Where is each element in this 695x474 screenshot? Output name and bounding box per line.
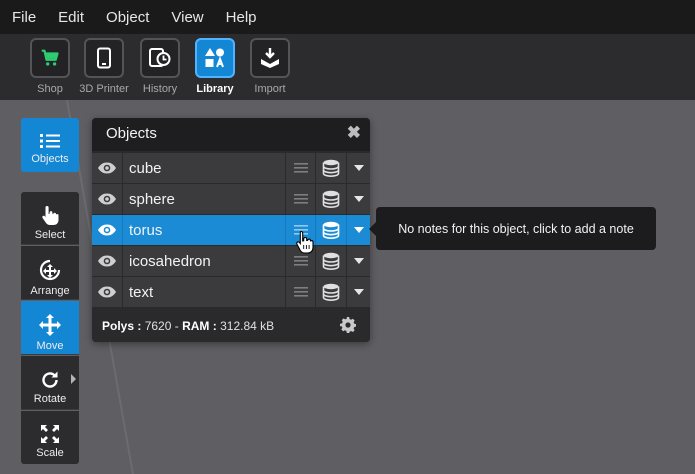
import-icon bbox=[261, 48, 279, 68]
history-button[interactable]: History bbox=[138, 38, 182, 95]
menu-help[interactable]: Help bbox=[215, 9, 268, 26]
close-icon[interactable]: ✖ bbox=[347, 123, 361, 143]
scale-label: Scale bbox=[36, 447, 64, 459]
list-icon bbox=[40, 134, 60, 148]
select-label: Select bbox=[34, 229, 66, 241]
polys-value: 7620 bbox=[144, 319, 172, 333]
visibility-eye-icon[interactable] bbox=[92, 153, 123, 183]
scale-button[interactable]: Scale bbox=[21, 411, 79, 464]
history-icon bbox=[149, 48, 171, 67]
import-label: Import bbox=[254, 83, 286, 95]
object-row-text[interactable]: text bbox=[92, 277, 370, 307]
hand-cursor-icon bbox=[296, 230, 314, 254]
panel-footer: Polys : 7620 - RAM : 312.84 kB bbox=[92, 309, 370, 342]
rotate-label: Rotate bbox=[33, 393, 67, 405]
cart-icon bbox=[41, 49, 59, 66]
arrange-button[interactable]: Arrange bbox=[21, 246, 79, 300]
tooltip-text: No notes for this object, click to add a… bbox=[398, 221, 634, 236]
visibility-eye-icon[interactable] bbox=[92, 277, 123, 307]
scale-icon bbox=[41, 425, 59, 443]
select-button[interactable]: Select bbox=[21, 192, 79, 245]
panel-header: Objects ✖ bbox=[92, 118, 370, 151]
chevron-down-icon[interactable] bbox=[346, 277, 370, 307]
phone-icon bbox=[97, 47, 111, 69]
visibility-eye-icon[interactable] bbox=[92, 184, 123, 214]
drag-handle-icon[interactable] bbox=[285, 277, 315, 307]
arrange-label: Arrange bbox=[30, 285, 70, 297]
move-label: Move bbox=[36, 340, 64, 352]
object-row-cube[interactable]: cube bbox=[92, 153, 370, 183]
drag-handle-icon[interactable] bbox=[285, 184, 315, 214]
rotate-button[interactable]: Rotate bbox=[21, 356, 79, 410]
database-icon[interactable] bbox=[315, 277, 346, 307]
panel-title: Objects bbox=[106, 125, 157, 142]
gear-icon[interactable] bbox=[340, 317, 357, 338]
ram-label: RAM : bbox=[182, 319, 217, 333]
menu-object[interactable]: Object bbox=[95, 9, 160, 26]
hand-pointer-icon bbox=[42, 206, 59, 225]
rotate-icon bbox=[42, 371, 58, 388]
move-button[interactable]: Move bbox=[21, 301, 79, 355]
3d-printer-button[interactable]: 3D Printer bbox=[79, 38, 129, 95]
database-icon[interactable] bbox=[315, 215, 346, 245]
menu-file[interactable]: File bbox=[0, 9, 47, 26]
object-row-torus[interactable]: torus bbox=[92, 215, 370, 245]
shop-button[interactable]: Shop bbox=[28, 38, 72, 95]
menu-bar: File Edit Object View Help bbox=[0, 0, 695, 34]
chevron-down-icon[interactable] bbox=[346, 215, 370, 245]
object-row-sphere[interactable]: sphere bbox=[92, 184, 370, 214]
import-button[interactable]: Import bbox=[248, 38, 292, 95]
object-name: text bbox=[129, 284, 154, 301]
scene-stats: Polys : 7620 - RAM : 312.84 kB bbox=[102, 319, 274, 333]
notes-tooltip[interactable]: No notes for this object, click to add a… bbox=[369, 207, 656, 250]
stats-separator: - bbox=[174, 319, 179, 333]
object-name: cube bbox=[129, 160, 162, 177]
shapes-icon bbox=[205, 48, 224, 68]
chevron-down-icon[interactable] bbox=[346, 153, 370, 183]
arrange-icon bbox=[39, 259, 61, 281]
toolbar: Shop 3D Printer History Library Import bbox=[0, 34, 695, 100]
database-icon[interactable] bbox=[315, 153, 346, 183]
drag-handle-icon[interactable] bbox=[285, 153, 315, 183]
ram-value: 312.84 kB bbox=[220, 319, 275, 333]
visibility-eye-icon[interactable] bbox=[92, 215, 123, 245]
object-list: cube sphere torus icosahedron text bbox=[92, 153, 370, 308]
object-name: icosahedron bbox=[129, 253, 211, 270]
move-arrows-icon bbox=[39, 314, 61, 336]
object-name: torus bbox=[129, 222, 163, 239]
objects-label: Objects bbox=[31, 153, 69, 165]
object-row-icosahedron[interactable]: icosahedron bbox=[92, 246, 370, 276]
chevron-down-icon[interactable] bbox=[346, 184, 370, 214]
caret-right-icon[interactable] bbox=[71, 374, 76, 384]
objects-panel: Objects ✖ cube sphere torus icosahedron … bbox=[92, 118, 370, 342]
menu-edit[interactable]: Edit bbox=[47, 9, 95, 26]
database-icon[interactable] bbox=[315, 246, 346, 276]
polys-label: Polys : bbox=[102, 319, 142, 333]
library-button[interactable]: Library bbox=[193, 38, 237, 95]
menu-view[interactable]: View bbox=[160, 9, 214, 26]
objects-button[interactable]: Objects bbox=[21, 118, 79, 172]
visibility-eye-icon[interactable] bbox=[92, 246, 123, 276]
database-icon[interactable] bbox=[315, 184, 346, 214]
object-name: sphere bbox=[129, 191, 175, 208]
3d-printer-label: 3D Printer bbox=[79, 83, 129, 95]
chevron-down-icon[interactable] bbox=[346, 246, 370, 276]
